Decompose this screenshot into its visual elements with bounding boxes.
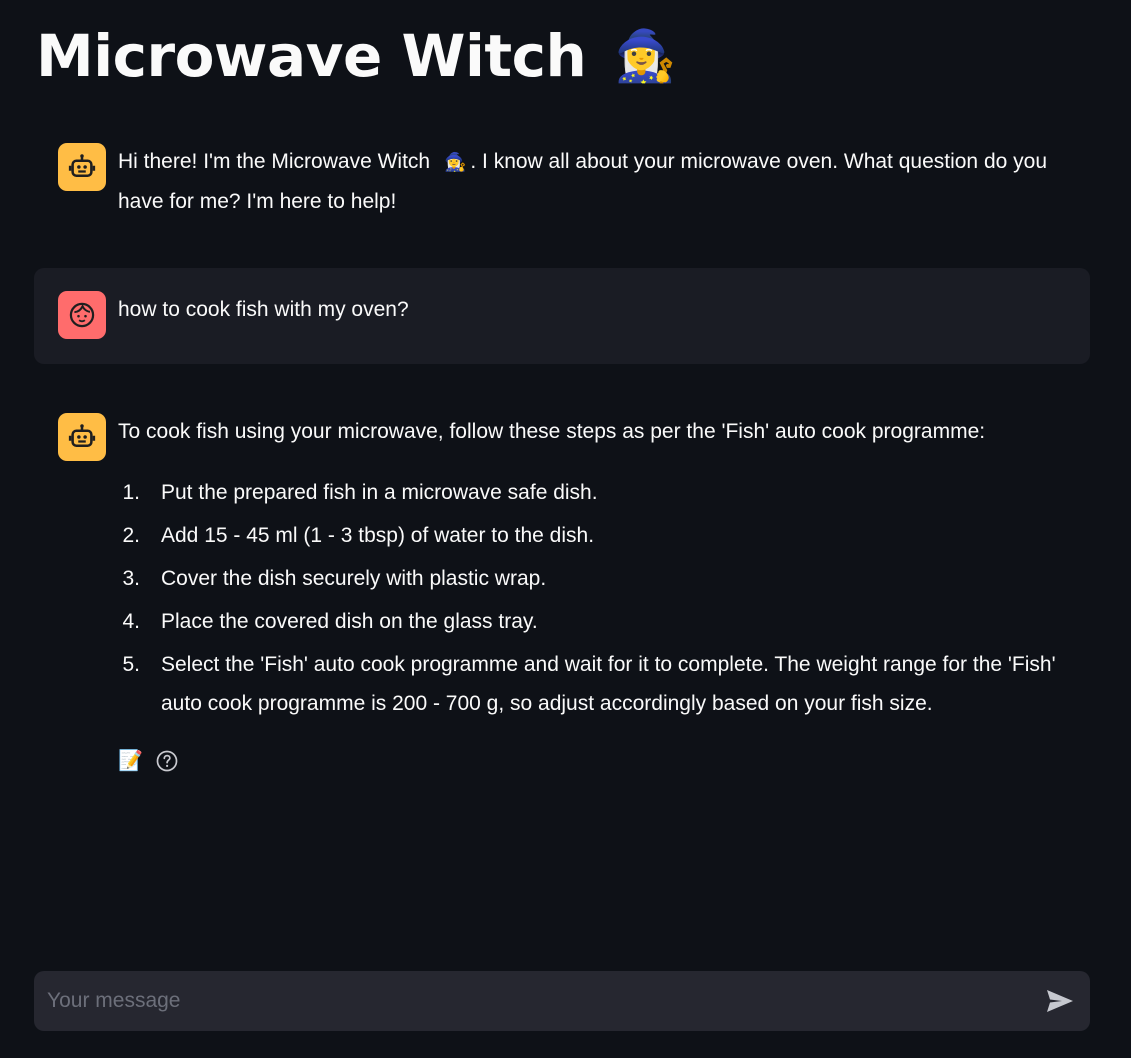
send-button[interactable] [1030,971,1090,1031]
user-question-text: how to cook fish with my oven? [118,298,409,321]
chat-message-assistant-greeting: Hi there! I'm the Microwave Witch 🧙‍♀️. … [34,142,1090,221]
memo-icon[interactable]: 📝 [118,751,143,771]
list-item: 4. Place the covered dish on the glass tr… [118,602,1066,641]
message-content: Hi there! I'm the Microwave Witch 🧙‍♀️. … [118,142,1066,221]
message-content: how to cook fish with my oven? [118,290,1066,329]
list-item: 1. Put the prepared fish in a microwave s… [118,473,1066,512]
chat-message-user: how to cook fish with my oven? [34,268,1090,364]
bot-avatar [58,413,106,461]
user-avatar [58,291,106,339]
step-text: Add 15 - 45 ml (1 - 3 tbsp) of water to … [161,524,595,547]
page-title-text: Microwave Witch [36,22,587,90]
step-text: Select the 'Fish' auto cook programme an… [161,653,1056,715]
page-title: Microwave Witch 🧙‍♀️ [36,22,677,90]
face-icon [69,302,95,328]
app: Microwave Witch 🧙‍♀️ Hi there! I'm the M… [0,0,1131,1058]
answer-intro: To cook fish using your microwave, follo… [118,420,986,443]
paper-plane-icon [1047,990,1073,1012]
question-circle-icon[interactable] [155,749,179,773]
chat-input-bar [34,971,1090,1031]
step-number: 5. [122,653,140,676]
step-number: 1. [122,481,140,504]
step-number: 2. [122,524,140,547]
list-item: 2. Add 15 - 45 ml (1 - 3 tbsp) of water t… [118,516,1066,555]
robot-icon [68,154,96,177]
bot-avatar [58,143,106,191]
message-actions: 📝 [118,749,1066,773]
step-number: 4. [122,610,140,633]
answer-steps-list: 1. Put the prepared fish in a microwave s… [118,473,1066,723]
witch-emoji-icon: 🧙‍♀️ [443,152,467,172]
step-text: Cover the dish securely with plastic wra… [161,567,547,590]
list-item: 3. Cover the dish securely with plastic w… [118,559,1066,598]
step-text: Put the prepared fish in a microwave saf… [161,481,598,504]
witch-emoji-icon: 🧙‍♀️ [614,26,677,85]
chat-message-assistant-answer: To cook fish using your microwave, follo… [34,412,1090,773]
step-text: Place the covered dish on the glass tray… [161,610,538,633]
step-number: 3. [122,567,140,590]
message-content: To cook fish using your microwave, follo… [118,412,1066,773]
list-item: 5. Select the 'Fish' auto cook programme … [118,645,1066,723]
message-input[interactable] [34,971,1030,1031]
robot-icon [68,424,96,447]
greeting-text-start: Hi there! I'm the Microwave Witch [118,150,431,173]
